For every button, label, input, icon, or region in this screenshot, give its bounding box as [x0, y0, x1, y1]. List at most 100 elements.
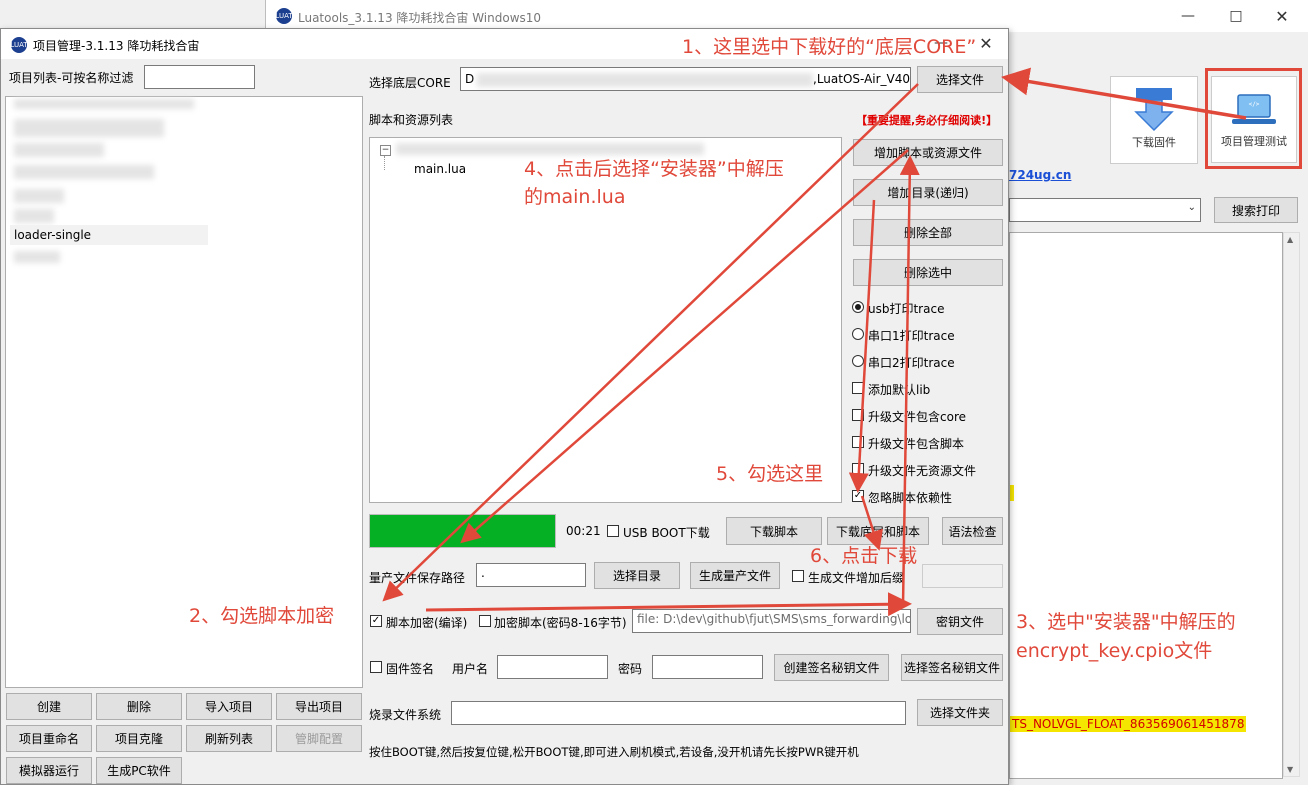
- password-label: 密码: [618, 662, 643, 676]
- key-path-input[interactable]: file: D:\dev\github\fjut\SMS\sms_forward…: [632, 609, 911, 633]
- scroll-down-icon[interactable]: ▼: [1287, 765, 1293, 774]
- usb-boot-checkbox[interactable]: [607, 525, 619, 537]
- encrypt-key-label: 加密脚本(密码8-16字节): [494, 616, 627, 630]
- ignore-dep-checkbox[interactable]: ✓: [852, 490, 864, 502]
- log-highlight-line: TS_NOLVGL_FLOAT_863569061451878: [1010, 716, 1247, 732]
- download-firmware-label: 下载固件: [1132, 136, 1176, 149]
- delete-all-button[interactable]: 删除全部: [853, 219, 1003, 246]
- uart1-trace-radio[interactable]: [852, 328, 864, 340]
- add-script-button[interactable]: 增加脚本或资源文件: [853, 139, 1003, 166]
- uart2-trace-radio[interactable]: [852, 355, 864, 367]
- list-item[interactable]: loader-single: [10, 225, 208, 245]
- ignore-dep-label: 忽略脚本依赖性: [868, 491, 953, 505]
- luatools-app-icon: LUAT: [275, 8, 293, 24]
- project-list[interactable]: loader-single: [5, 96, 363, 688]
- close-icon[interactable]: ✕: [1270, 6, 1294, 26]
- annotation-2: 2、勾选脚本加密: [189, 605, 335, 627]
- encrypt-key-checkbox[interactable]: [479, 615, 491, 627]
- tree-collapse-icon[interactable]: −: [380, 145, 391, 156]
- log-yellow-mark: [1010, 485, 1014, 501]
- filter-input[interactable]: [144, 65, 255, 89]
- download-arrow-icon: [1134, 88, 1174, 132]
- annotation-3-line1: 3、选中"安装器"中解压的: [1016, 611, 1236, 633]
- suffix-label: 生成文件增加后缀: [808, 571, 905, 585]
- download-script-button[interactable]: 下载脚本: [726, 517, 822, 545]
- usb-trace-radio[interactable]: [852, 301, 864, 313]
- project-close-icon[interactable]: ✕: [976, 33, 996, 53]
- uart2-trace-label: 串口2打印trace: [868, 356, 955, 370]
- burn-fs-input[interactable]: [451, 701, 906, 725]
- create-button[interactable]: 创建: [6, 693, 92, 720]
- delete-button[interactable]: 删除: [96, 693, 182, 720]
- timer-label: 00:21: [566, 524, 601, 538]
- fw-sign-checkbox[interactable]: [370, 661, 382, 673]
- username-input[interactable]: [497, 655, 608, 679]
- refresh-list-button[interactable]: 刷新列表: [186, 725, 272, 752]
- create-sign-key-button[interactable]: 创建签名秘钥文件: [774, 654, 889, 681]
- svg-text:</>: </>: [1249, 101, 1260, 108]
- luatools-title: Luatools_3.1.13 降功耗找合宙 Windows10: [298, 11, 542, 25]
- add-default-lib-label: 添加默认lib: [868, 383, 931, 397]
- pin-config-button[interactable]: 管脚配置: [276, 725, 362, 752]
- rename-project-button[interactable]: 项目重命名: [6, 725, 92, 752]
- filter-label: 项目列表-可按名称过滤: [9, 71, 134, 85]
- suffix-checkbox[interactable]: [792, 570, 804, 582]
- gen-mass-button[interactable]: 生成量产文件: [690, 562, 780, 589]
- log-scrollbar[interactable]: ▲ ▼: [1283, 232, 1300, 777]
- key-file-button[interactable]: 密钥文件: [917, 608, 1003, 635]
- core-label: 选择底层CORE: [369, 76, 451, 90]
- search-print-button[interactable]: 搜索打印: [1214, 197, 1298, 223]
- progress-fill: [370, 515, 555, 547]
- uart1-trace-label: 串口1打印trace: [868, 329, 955, 343]
- download-firmware-button[interactable]: 下载固件: [1110, 76, 1198, 164]
- select-core-file-button[interactable]: 选择文件: [917, 66, 1003, 93]
- upgrade-no-res-checkbox[interactable]: [852, 463, 864, 475]
- suffix-input[interactable]: [922, 564, 1003, 588]
- add-default-lib-checkbox[interactable]: [852, 382, 864, 394]
- export-project-button[interactable]: 导出项目: [276, 693, 362, 720]
- import-project-button[interactable]: 导入项目: [186, 693, 272, 720]
- select-sign-key-button[interactable]: 选择签名秘钥文件: [901, 654, 1003, 681]
- blurred-item-4: [14, 165, 154, 179]
- delete-selected-button[interactable]: 删除选中: [853, 259, 1003, 286]
- core-path-input[interactable]: D ,LuatOS-Air_V40: [460, 67, 911, 91]
- annotation-1: 1、这里选中下载好的“底层CORE”: [682, 36, 977, 58]
- scroll-up-icon[interactable]: ▲: [1287, 235, 1293, 244]
- upgrade-no-res-label: 升级文件无资源文件: [868, 464, 977, 478]
- maximize-icon[interactable]: □: [1224, 6, 1248, 26]
- luatools-port-select[interactable]: ⌄: [1009, 198, 1201, 222]
- blurred-item-7: [14, 251, 60, 263]
- usb-trace-label: usb打印trace: [868, 302, 945, 316]
- select-dir-button[interactable]: 选择目录: [594, 562, 680, 589]
- annotation-4-line2: 的main.lua: [524, 186, 626, 208]
- blurred-item-2: [14, 119, 164, 137]
- tree-item-main-lua[interactable]: main.lua: [414, 162, 466, 176]
- warning-link[interactable]: 【重要提醒,务必仔细阅读!】: [856, 112, 997, 128]
- simulator-run-button[interactable]: 模拟器运行: [6, 757, 92, 784]
- upgrade-core-checkbox[interactable]: [852, 409, 864, 421]
- mass-path-input[interactable]: .: [476, 563, 586, 587]
- encrypt-label: 脚本加密(编译): [386, 616, 468, 630]
- clone-project-button[interactable]: 项目克隆: [96, 725, 182, 752]
- core-path-suffix: ,LuatOS-Air_V40: [813, 72, 911, 86]
- project-title: 项目管理-3.1.13 降功耗找合宙: [33, 39, 200, 53]
- list-item-label: loader-single: [14, 228, 92, 242]
- progress-bar: [369, 514, 556, 548]
- gen-pc-software-button[interactable]: 生成PC软件: [96, 757, 182, 784]
- encrypt-checkbox[interactable]: ✓: [370, 615, 382, 627]
- password-input[interactable]: [652, 655, 763, 679]
- footer-tip: 按住BOOT键,然后按复位键,松开BOOT键,即可进入刷机模式,若设备,没开机请…: [369, 745, 859, 759]
- add-dir-button[interactable]: 增加目录(递归): [853, 179, 1003, 206]
- chevron-down-icon: ⌄: [1187, 202, 1196, 213]
- select-folder-button[interactable]: 选择文件夹: [917, 699, 1003, 726]
- upgrade-script-checkbox[interactable]: [852, 436, 864, 448]
- minimize-icon[interactable]: —: [1176, 6, 1200, 26]
- burn-fs-label: 烧录文件系统: [369, 708, 442, 722]
- mass-path-label: 量产文件保存路径: [369, 571, 466, 585]
- annotation-5: 5、勾选这里: [716, 463, 824, 485]
- luatools-link[interactable]: 724ug.cn: [1009, 168, 1071, 182]
- project-app-icon: LUAT: [10, 37, 28, 53]
- blurred-item-3: [14, 143, 104, 157]
- syntax-check-button[interactable]: 语法检查: [942, 517, 1003, 545]
- project-mgmt-button[interactable]: </> 项目管理测试: [1211, 76, 1297, 163]
